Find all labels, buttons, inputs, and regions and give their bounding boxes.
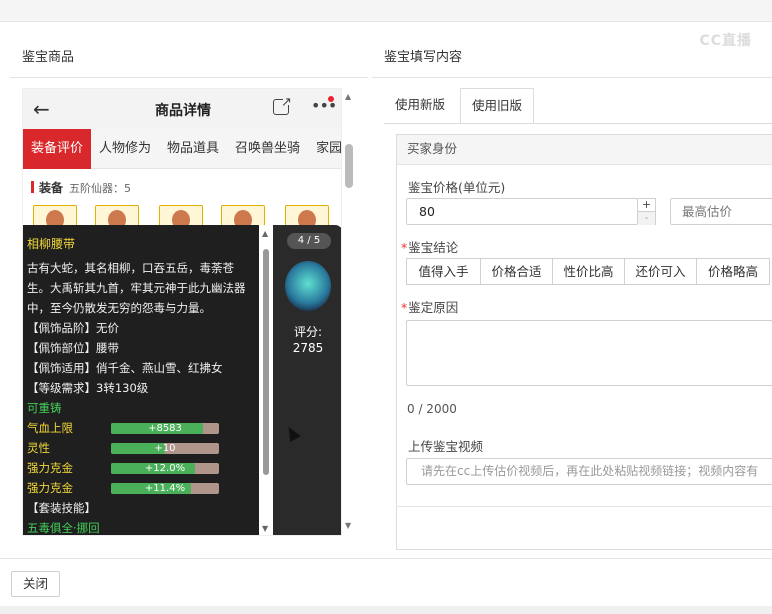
conclusion-label: *鉴宝结论: [401, 240, 459, 255]
price-stepper[interactable]: + -: [638, 198, 656, 225]
video-link-input[interactable]: 请先在cc上传估价视频后，再在此处粘贴视频链接；视频内容有: [406, 458, 772, 485]
scroll-up-icon[interactable]: ▲: [262, 229, 268, 238]
phone-title: 商品详情: [155, 103, 211, 119]
score-value: 2785: [292, 341, 324, 355]
tab-new-version[interactable]: 使用新版: [384, 88, 456, 124]
stat-bar: +12.0%: [111, 463, 219, 474]
panel-separator: [396, 506, 772, 507]
scroll-down-icon[interactable]: ▼: [345, 521, 351, 530]
stat-value: +11.4%: [144, 483, 186, 494]
stat-label: 强力克金: [27, 461, 73, 475]
stat-row: 气血上限 +8583: [27, 418, 255, 438]
conclusion-label-text: 鉴宝结论: [408, 240, 459, 255]
price-label: 鉴宝价格(单位元): [408, 180, 506, 195]
max-estimate-input[interactable]: 最高估价: [670, 198, 772, 225]
tab-old-version[interactable]: 使用旧版: [460, 88, 535, 124]
stat-value: +12.0%: [144, 463, 186, 474]
price-input[interactable]: 80: [406, 198, 638, 225]
stat-bar: +10: [111, 443, 219, 454]
stat-label: 气血上限: [27, 421, 73, 435]
close-button[interactable]: 关闭: [11, 571, 60, 597]
item-name: 相柳腰带: [27, 237, 76, 251]
option-negotiable[interactable]: 还价可入: [624, 258, 697, 285]
scroll-down-icon[interactable]: ▼: [262, 524, 268, 533]
char-counter: 0 / 2000: [407, 402, 457, 416]
item-counter-badge: 4 / 5: [287, 233, 331, 249]
phone-preview: ← 商品详情 ↗ ••• 装备评价 人物修为 物品道具 召唤兽坐骑 家园 装备五…: [22, 88, 342, 536]
bottom-band: [0, 606, 772, 614]
item-attr: 【佩饰品阶】无价: [27, 321, 119, 335]
reason-textarea[interactable]: [406, 320, 772, 386]
set-skill-name: 五毒俱全·挪回: [27, 521, 100, 535]
stat-row: 强力克金 +11.4%: [27, 478, 255, 498]
video-label: 上传鉴宝视频: [408, 439, 484, 454]
tab-underline: [384, 123, 772, 124]
left-section-title: 鉴宝商品: [22, 50, 75, 65]
phone-tabs: 装备评价 人物修为 物品道具 召唤兽坐骑 家园: [23, 129, 341, 169]
stat-row: 灵性 +10: [27, 438, 255, 458]
option-good-value[interactable]: 性价比高: [552, 258, 625, 285]
right-section-divider: [372, 77, 772, 78]
stat-label: 强力克金: [27, 481, 73, 495]
stat-row: 强力克金 +12.0%: [27, 458, 255, 478]
reason-label-text: 鉴定原因: [408, 300, 459, 315]
item-tooltip: 相柳腰带 古有大蛇，其名相柳，口吞五岳，毒荼苍生。大禹斩其九首，牢其元神于此九幽…: [23, 225, 259, 535]
stat-label: 灵性: [27, 441, 50, 455]
option-fair-price[interactable]: 价格合适: [480, 258, 553, 285]
left-section-divider: [10, 77, 368, 78]
stat-bar: +8583: [111, 423, 219, 434]
equip-sub: 五阶仙器：5: [69, 182, 132, 195]
preview-scrollbar[interactable]: ▲ ▼: [342, 88, 356, 536]
item-image: [285, 261, 331, 311]
scroll-thumb[interactable]: [263, 249, 269, 475]
stat-value: +10: [154, 443, 176, 454]
option-slightly-high[interactable]: 价格略高: [696, 258, 770, 285]
item-side-panel: 4 / 5 评分: 2785: [273, 225, 341, 535]
right-section-title: 鉴宝填写内容: [384, 50, 463, 65]
phone-tab-items[interactable]: 物品道具: [159, 129, 227, 169]
stat-bar: +11.4%: [111, 483, 219, 494]
scroll-up-icon[interactable]: ▲: [345, 92, 351, 101]
phone-tab-home[interactable]: 家园: [308, 129, 341, 169]
cc-live-logo: CC直播: [699, 33, 752, 49]
recast-label: 可重铸: [27, 401, 62, 415]
option-worth-buying[interactable]: 值得入手: [406, 258, 481, 285]
conclusion-options: 值得入手 价格合适 性价比高 还价可入 价格略高: [406, 258, 772, 285]
top-band: [0, 0, 772, 22]
item-description: 古有大蛇，其名相柳，口吞五岳，毒荼苍生。大禹斩其九首，牢其元神于此九幽法器中，至…: [27, 261, 246, 315]
equip-header: 装备 五阶仙器：5: [31, 179, 131, 196]
set-skill-label: 【套装技能】: [27, 501, 96, 515]
phone-tab-summons[interactable]: 召唤兽坐骑: [227, 129, 308, 169]
stat-value: +8583: [148, 423, 182, 434]
phone-tab-equip-eval[interactable]: 装备评价: [23, 129, 92, 169]
tooltip-scrollbar[interactable]: ▲ ▼: [259, 225, 273, 535]
item-attr: 【佩饰部位】腰带: [27, 341, 119, 355]
notification-dot: [328, 96, 334, 102]
equip-label: 装备: [39, 181, 64, 195]
scroll-thumb[interactable]: [345, 144, 353, 188]
phone-header: ← 商品详情 ↗ •••: [23, 89, 341, 129]
buyer-identity-header: 买家身份: [397, 135, 772, 165]
reason-label: *鉴定原因: [401, 300, 459, 315]
share-arrow-icon: ↗: [281, 95, 292, 110]
phone-tab-character[interactable]: 人物修为: [91, 129, 159, 169]
minus-icon[interactable]: -: [638, 212, 655, 225]
score-label: 评分:: [293, 325, 323, 339]
item-attr: 【等级需求】3转130级: [27, 381, 149, 395]
item-attr: 【佩饰适用】俏千金、燕山雪、红拂女: [27, 361, 223, 375]
